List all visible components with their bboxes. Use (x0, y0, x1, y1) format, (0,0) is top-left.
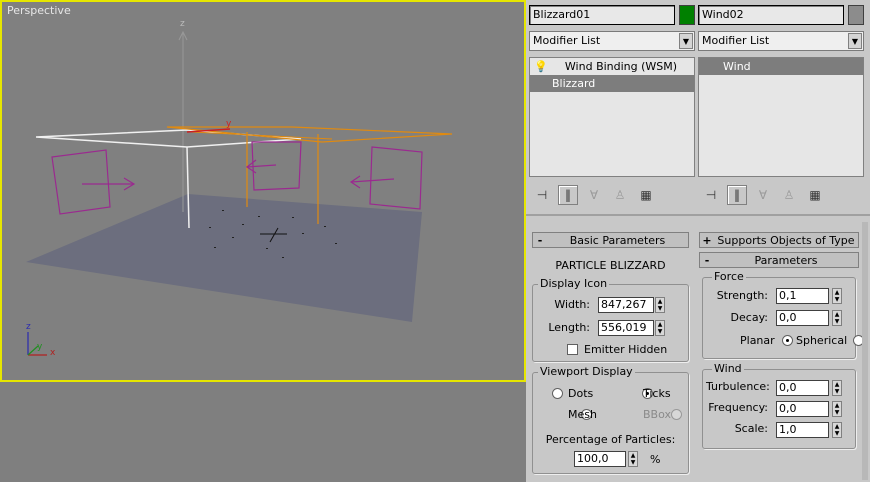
remove-modifier-icon[interactable]: ♙ (779, 185, 799, 205)
stack-toolbar-right: ⊣ ‖ ∀ ♙ ▦ (701, 185, 861, 207)
wind-icon-center (245, 141, 302, 191)
strength-field[interactable]: 0,1 (776, 288, 829, 304)
collapse-sign: - (704, 253, 710, 267)
tripod-y-label: y (37, 342, 43, 352)
gizmo-y-label: y (226, 119, 232, 129)
scale-field[interactable]: 1,0 (776, 422, 829, 438)
wind-parameters-rollout[interactable]: - Parameters (699, 252, 859, 268)
modifier-stack[interactable]: 💡 Wind Binding (WSM) Blizzard (529, 57, 695, 177)
planar-radio[interactable] (782, 335, 793, 346)
scale-spinner[interactable]: ▲ ▼ (832, 422, 842, 438)
configure-sets-icon[interactable]: ▦ (636, 185, 656, 205)
wind-name-field[interactable]: Wind02 (698, 5, 844, 25)
mesh-label: Mesh (568, 408, 597, 421)
rollout-title: Supports Objects of Type (717, 233, 855, 247)
ground-plane (26, 194, 422, 322)
object-color-swatch[interactable] (679, 5, 695, 25)
viewport-label[interactable]: Perspective (7, 4, 71, 17)
dots-label: Dots (568, 387, 594, 400)
modifier-list-dropdown[interactable]: Modifier List ▼ (529, 31, 695, 51)
pin-stack-icon[interactable]: ⊣ (532, 185, 552, 205)
chevron-down-icon[interactable]: ▼ (848, 33, 862, 49)
pin-stack-icon[interactable]: ⊣ (701, 185, 721, 205)
expand-sign: + (702, 233, 712, 247)
emitter-hidden-label: Emitter Hidden (584, 343, 668, 356)
frequency-spinner[interactable]: ▲ ▼ (832, 401, 842, 417)
show-end-result-icon[interactable]: ‖ (558, 185, 578, 205)
remove-modifier-icon[interactable]: ♙ (610, 185, 630, 205)
scene-canvas[interactable]: z y z y x (2, 2, 524, 380)
bbox-radio (670, 409, 682, 420)
percentage-spinner[interactable]: ▲ ▼ (628, 451, 638, 467)
world-z-label: z (180, 19, 185, 29)
bbox-label: BBox (643, 408, 671, 421)
display-icon-legend: Display Icon (538, 277, 610, 290)
frequency-field[interactable]: 0,0 (776, 401, 829, 417)
collapse-sign: - (537, 233, 543, 247)
wind-icon-left (51, 149, 136, 215)
stack-item-wind[interactable]: Wind (699, 58, 863, 75)
dots-radio[interactable] (552, 388, 563, 399)
show-end-result-icon[interactable]: ‖ (727, 185, 747, 205)
stack-item-label: Wind Binding (WSM) (564, 60, 678, 73)
ticks-label: Ticks (643, 387, 671, 400)
emitter-hidden-checkbox[interactable] (567, 344, 578, 355)
make-unique-icon[interactable]: ∀ (753, 185, 773, 205)
rollout-title: Basic Parameters (569, 233, 666, 247)
tripod-x-label: x (50, 348, 56, 358)
stack-item-blizzard[interactable]: Blizzard (530, 75, 694, 92)
axis-tripod: z y x (26, 322, 56, 358)
perspective-viewport[interactable]: z y z y x Perspective (0, 0, 526, 382)
command-panel: Blizzard01 Modifier List ▼ 💡 Wind Bindin… (526, 0, 870, 482)
width-field[interactable]: 847,267 (598, 297, 654, 313)
configure-sets-icon[interactable]: ▦ (805, 185, 825, 205)
decay-field[interactable]: 0,0 (776, 310, 829, 326)
stack-item-wind-binding[interactable]: 💡 Wind Binding (WSM) (530, 58, 694, 75)
spherical-label: Spherical (796, 334, 848, 347)
width-spinner[interactable]: ▲ ▼ (655, 297, 665, 313)
basic-parameters-rollout[interactable]: - Basic Parameters (532, 232, 689, 248)
length-spinner[interactable]: ▲ ▼ (655, 320, 665, 336)
empty-area (0, 382, 526, 482)
frequency-label: Frequency: (708, 401, 768, 414)
turbulence-spinner[interactable]: ▲ ▼ (832, 380, 842, 396)
supports-objects-rollout[interactable]: + Supports Objects of Type (699, 232, 859, 248)
panel-scrollbar[interactable] (862, 222, 868, 480)
make-unique-icon[interactable]: ∀ (584, 185, 604, 205)
chevron-down-icon[interactable]: ▼ (679, 33, 693, 49)
scale-label: Scale: (734, 422, 768, 435)
wind-modifier-stack[interactable]: Wind (698, 57, 864, 177)
length-label: Length: (548, 321, 590, 334)
wind-icon-right (349, 146, 423, 210)
percent-sign: % (650, 453, 661, 466)
force-legend: Force (712, 270, 746, 283)
lightbulb-icon[interactable]: 💡 (534, 58, 548, 75)
wind-legend: Wind (712, 362, 744, 375)
modifier-list-label: Modifier List (533, 34, 601, 47)
wind-modifier-list-dropdown[interactable]: Modifier List ▼ (698, 31, 864, 51)
viewport-display-legend: Viewport Display (538, 365, 635, 378)
blizzard-emitter (35, 129, 302, 148)
strength-label: Strength: (716, 289, 768, 302)
strength-spinner[interactable]: ▲ ▼ (832, 288, 842, 304)
turbulence-field[interactable]: 0,0 (776, 380, 829, 396)
divider (526, 214, 870, 216)
width-label: Width: (554, 298, 590, 311)
percentage-field[interactable]: 100,0 (574, 451, 626, 467)
tripod-z-label: z (26, 322, 31, 332)
length-field[interactable]: 556,019 (598, 320, 654, 336)
stack-toolbar-left: ⊣ ‖ ∀ ♙ ▦ (532, 185, 692, 207)
planar-label: Planar (740, 334, 775, 347)
wind-color-swatch[interactable] (848, 5, 864, 25)
turbulence-label: Turbulence: (706, 380, 770, 393)
percentage-label: Percentage of Particles: (545, 433, 676, 446)
decay-spinner[interactable]: ▲ ▼ (832, 310, 842, 326)
wind-gizmo (166, 126, 453, 143)
particle-system-heading: PARTICLE BLIZZARD (555, 259, 666, 272)
decay-label: Decay: (730, 311, 768, 324)
object-name-field[interactable]: Blizzard01 (529, 5, 675, 25)
modifier-list-label: Modifier List (702, 34, 770, 47)
rollout-title: Parameters (754, 253, 818, 267)
